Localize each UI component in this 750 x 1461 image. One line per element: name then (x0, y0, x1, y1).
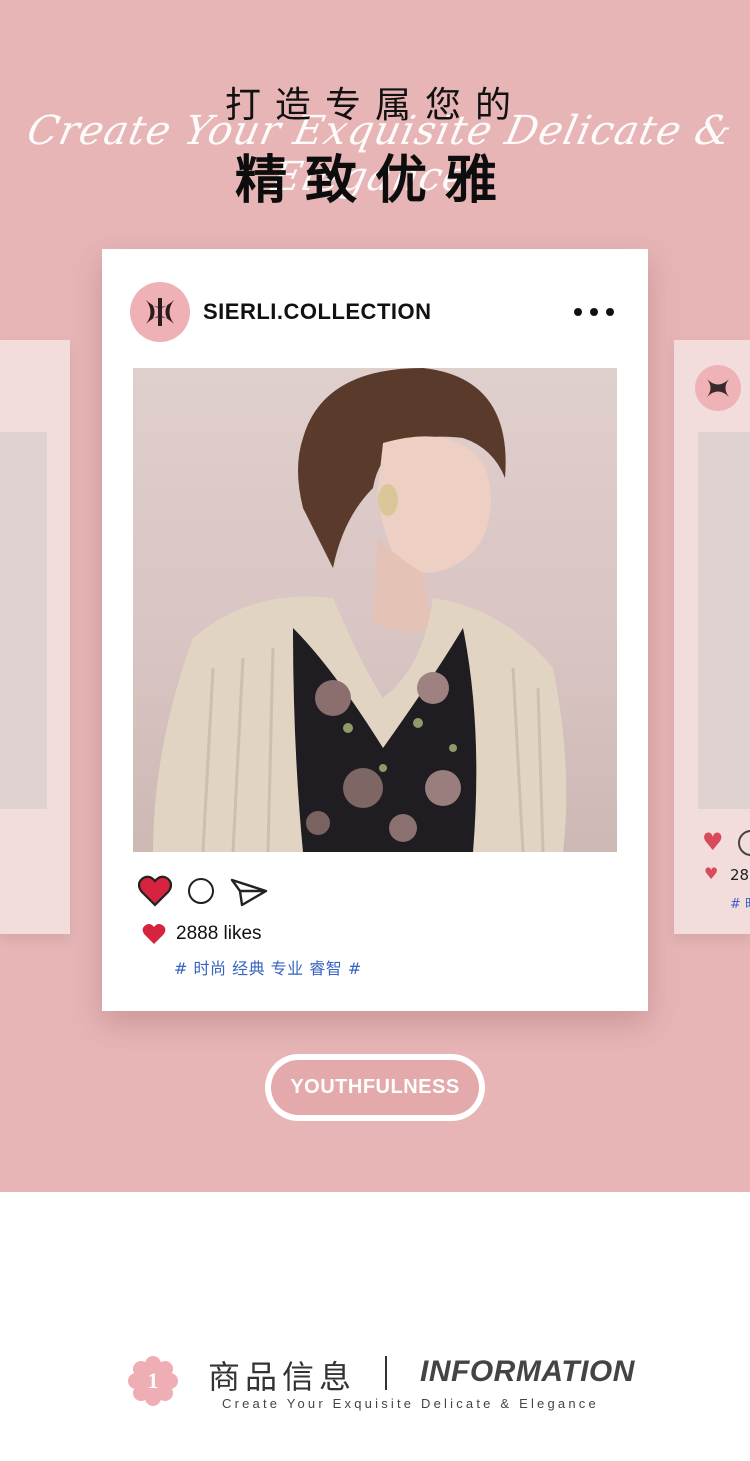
product-info-header: 1 商品信息 INFORMATION Create Your Exquisite… (0, 1192, 750, 1461)
more-horizontal-icon (574, 308, 582, 316)
account-name[interactable]: SIERLI.COLLECTION (203, 299, 432, 325)
flower-number-badge: 1 (128, 1356, 178, 1406)
ghost-likes-count: 288 (730, 866, 750, 884)
brand-logo-icon (146, 298, 174, 326)
brand-avatar[interactable] (130, 282, 190, 342)
likes-heart-icon (142, 924, 166, 944)
hero-banner: 打造专属您的 Create Your Exquisite Delicate & … (0, 0, 750, 1192)
ghost-heart-icon: ♥ (702, 828, 724, 856)
info-title-cn: 商品信息 (208, 1358, 357, 1396)
title-divider (385, 1356, 387, 1390)
ghost-hashtags: # 时 (730, 897, 750, 912)
paper-plane-icon[interactable] (230, 877, 268, 911)
ghost-card-left (0, 340, 70, 934)
ghost-photo-left (0, 432, 47, 809)
info-title-en: INFORMATION (420, 1355, 635, 1388)
comment-circle-icon[interactable] (188, 878, 214, 904)
ghost-brand-logo-icon (695, 365, 741, 411)
post-action-row (137, 875, 278, 911)
ghost-comment-icon (738, 830, 750, 856)
heart-icon[interactable] (137, 875, 173, 911)
ghost-card-right: ♥ ♥ 288 # 时 (674, 340, 750, 934)
headline-main: 精致优雅 (234, 151, 515, 211)
youthfulness-label: YOUTHFULNESS (271, 1060, 479, 1115)
section-number: 1 (147, 1368, 159, 1393)
likes-count[interactable]: 2888 likes (176, 923, 262, 945)
more-options-button[interactable] (574, 303, 614, 321)
youthfulness-badge: YOUTHFULNESS (265, 1054, 485, 1121)
ghost-likes-heart-icon: ♥ (704, 864, 719, 883)
post-card: SIERLI.COLLECTION 2888 likes # 时尚 经典 专业 … (102, 249, 648, 1011)
ghost-photo-right (698, 432, 750, 809)
model-portrait-image (153, 368, 567, 852)
hashtags[interactable]: # 时尚 经典 专业 睿智 # (174, 955, 362, 979)
info-subtitle: Create Your Exquisite Delicate & Eleganc… (222, 1396, 599, 1411)
post-photo (133, 368, 617, 852)
headline-top: 打造专属您的 (224, 85, 525, 126)
